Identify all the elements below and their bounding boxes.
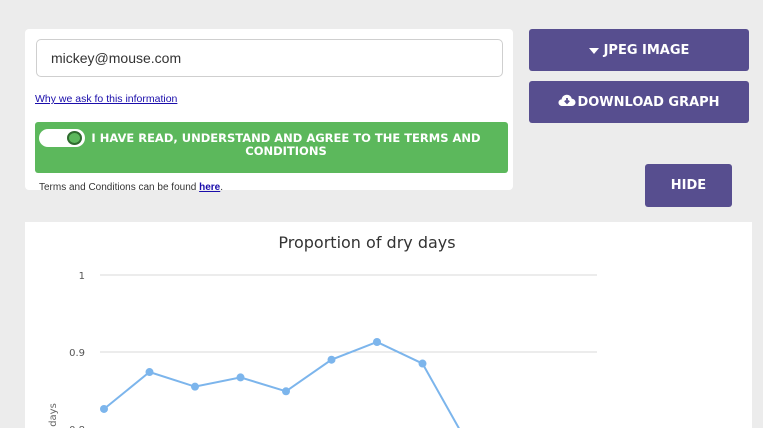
- data-point[interactable]: [418, 359, 427, 368]
- y-tick-label: 1: [79, 271, 85, 282]
- caret-down-icon: [588, 43, 599, 58]
- agree-terms-button[interactable]: I HAVE READ, UNDERSTAND AND AGREE TO THE…: [35, 122, 508, 173]
- download-graph-button[interactable]: DOWNLOAD GRAPH: [529, 81, 749, 123]
- hide-label: HIDE: [670, 178, 707, 193]
- agree-toggle[interactable]: [39, 129, 85, 147]
- y-tick-label: 0.9: [69, 348, 85, 359]
- data-point[interactable]: [100, 404, 108, 413]
- cloud-download-icon: [558, 94, 576, 111]
- chart-title: Proportion of dry days: [278, 233, 455, 252]
- terms-note: Terms and Conditions can be found here.: [39, 182, 223, 193]
- jpeg-image-button[interactable]: JPEG IMAGE: [529, 29, 749, 71]
- form-card: mickey@mouse.com Why we ask fo this info…: [25, 29, 513, 193]
- y-axis-label: days: [48, 403, 59, 427]
- data-point[interactable]: [236, 373, 245, 382]
- email-input[interactable]: mickey@mouse.com: [36, 39, 503, 77]
- data-point[interactable]: [282, 387, 290, 396]
- chart-card: Proportion of dry days 10.90.8 days: [25, 222, 752, 428]
- data-point[interactable]: [327, 355, 336, 364]
- download-graph-label: DOWNLOAD GRAPH: [577, 94, 720, 110]
- dry-days-chart: Proportion of dry days 10.90.8 days: [48, 233, 597, 428]
- why-info-link[interactable]: Why we ask fo this information: [35, 93, 177, 105]
- terms-here-link[interactable]: here: [199, 182, 220, 193]
- agree-terms-label: I HAVE READ, UNDERSTAND AND AGREE TO THE…: [91, 131, 481, 158]
- data-point[interactable]: [145, 368, 154, 377]
- series-line: [103, 340, 460, 428]
- terms-note-suffix: .: [220, 182, 224, 193]
- jpeg-image-label: JPEG IMAGE: [603, 42, 690, 58]
- terms-note-text: Terms and Conditions can be found: [39, 182, 200, 193]
- data-point[interactable]: [373, 337, 381, 346]
- hide-button[interactable]: HIDE: [645, 164, 732, 207]
- data-point[interactable]: [191, 382, 199, 391]
- toggle-knob: [67, 131, 82, 145]
